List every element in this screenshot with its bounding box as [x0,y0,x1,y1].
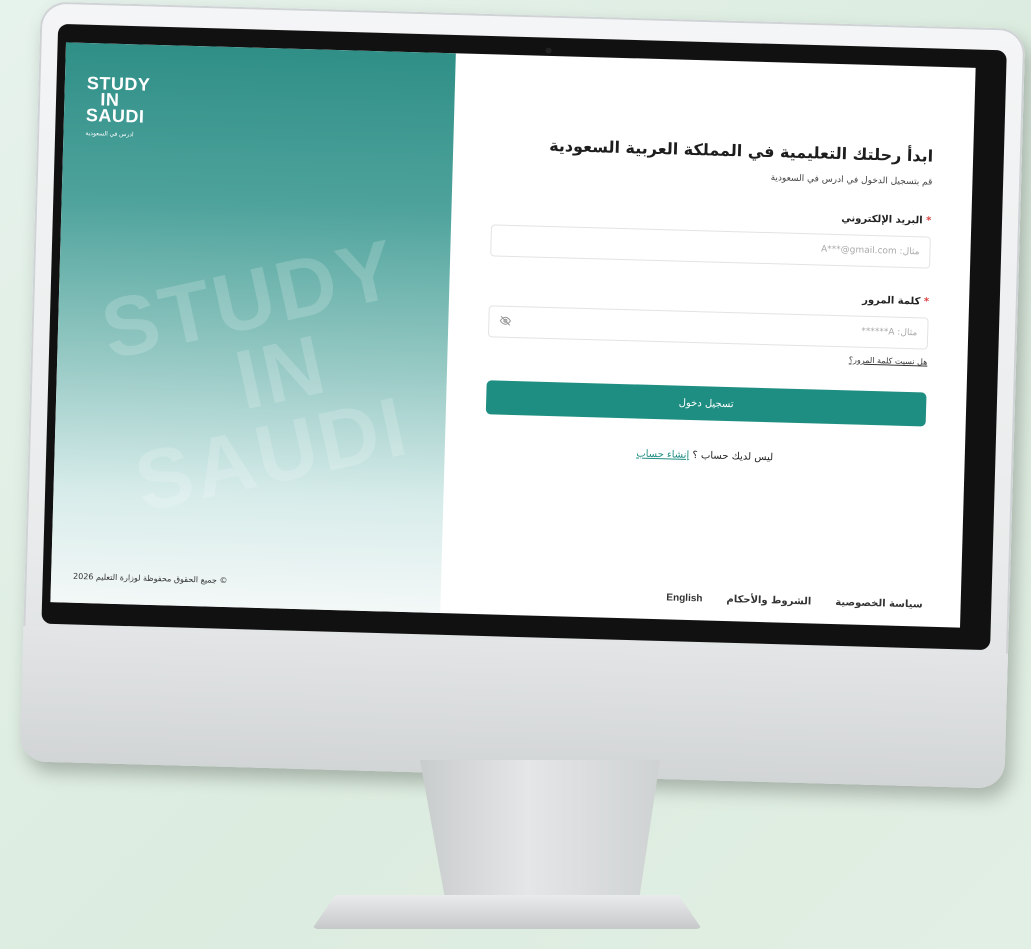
no-account-text: ليس لديك حساب ؟ [692,450,774,464]
footer-links: سياسة الخصوصية الشروط والأحكام English [666,592,923,610]
monitor-stand-base [312,895,702,929]
terms-link[interactable]: الشروط والأحكام [726,594,811,607]
logo-line-3: SAUDI [85,104,145,127]
password-label: * كلمة المرور [489,284,930,308]
copyright-text: جميع الحقوق محفوظة لوزارة التعليم 2026 © [72,571,228,586]
required-mark: * [923,296,930,308]
study-in-saudi-logo: STUDY IN SAUDI ادرس في السعودية [85,73,150,144]
password-field[interactable]: مثال: A****** [487,305,929,350]
required-mark: * [925,215,932,227]
login-panel: ابدأ رحلتك التعليمية في المملكة العربية … [440,53,975,627]
password-label-text: كلمة المرور [862,294,921,308]
brand-panel: STUDY IN SAUDI ادرس في السعودية STUDY IN… [50,42,456,614]
page-title: ابدأ رحلتك التعليمية في المملكة العربية … [548,135,934,166]
camera-dot [545,47,552,54]
forgot-password-link[interactable]: هل نسيت كلمة المرور؟ [487,345,928,366]
privacy-policy-link[interactable]: سياسة الخصوصية [835,597,923,610]
email-label-text: البريد الإلكتروني [841,213,923,227]
page-subtitle: قم بتسجيل الدخول في ادرس في السعودية [770,173,933,188]
language-switch-english[interactable]: English [666,592,702,604]
create-account-link[interactable]: إنشاء حساب [636,448,689,460]
password-placeholder: مثال: A****** [861,326,918,339]
login-button[interactable]: تسجيل دخول [485,380,927,427]
logo-watermark: STUDY IN SAUDI [93,221,438,530]
email-placeholder: مثال: A***@gmail.com [820,244,920,258]
email-label: * البريد الإلكتروني [491,203,932,227]
screen: STUDY IN SAUDI ادرس في السعودية STUDY IN… [50,42,976,628]
logo-tagline: ادرس في السعودية [85,130,134,139]
eye-off-icon[interactable] [499,314,511,329]
no-account-row: ليس لديك حساب ؟ إنشاء حساب [485,444,925,467]
email-field[interactable]: مثال: A***@gmail.com [490,224,931,269]
